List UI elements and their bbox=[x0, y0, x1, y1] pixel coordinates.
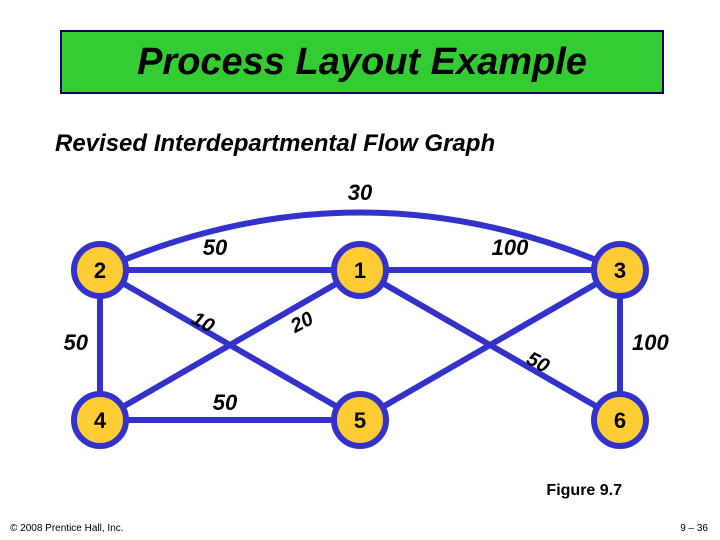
page-number: 9 – 36 bbox=[680, 523, 708, 534]
node-5-label: 5 bbox=[354, 408, 366, 433]
node-2: 2 bbox=[74, 244, 126, 296]
node-4: 4 bbox=[74, 394, 126, 446]
node-1-label: 1 bbox=[354, 258, 366, 283]
weight-2-4: 50 bbox=[64, 330, 89, 355]
weight-2-1: 50 bbox=[203, 235, 228, 260]
node-6-label: 6 bbox=[614, 408, 626, 433]
node-3-label: 3 bbox=[614, 258, 626, 283]
figure-caption: Figure 9.7 bbox=[546, 482, 622, 500]
weight-2-3-arc: 30 bbox=[348, 180, 373, 205]
node-1: 1 bbox=[334, 244, 386, 296]
node-2-label: 2 bbox=[94, 258, 106, 283]
node-3: 3 bbox=[594, 244, 646, 296]
weight-3-6: 100 bbox=[632, 330, 669, 355]
weight-4-5: 50 bbox=[213, 390, 238, 415]
node-4-label: 4 bbox=[94, 408, 107, 433]
node-6: 6 bbox=[594, 394, 646, 446]
weight-1-6: 50 bbox=[523, 348, 553, 378]
slide: Process Layout Example Revised Interdepa… bbox=[0, 0, 720, 540]
copyright-text: © 2008 Prentice Hall, Inc. bbox=[10, 523, 124, 534]
flow-graph: 2 1 3 4 5 6 30 50 100 50 100 10 20 50 bbox=[0, 0, 720, 540]
weight-1-3: 100 bbox=[492, 235, 529, 260]
node-5: 5 bbox=[334, 394, 386, 446]
